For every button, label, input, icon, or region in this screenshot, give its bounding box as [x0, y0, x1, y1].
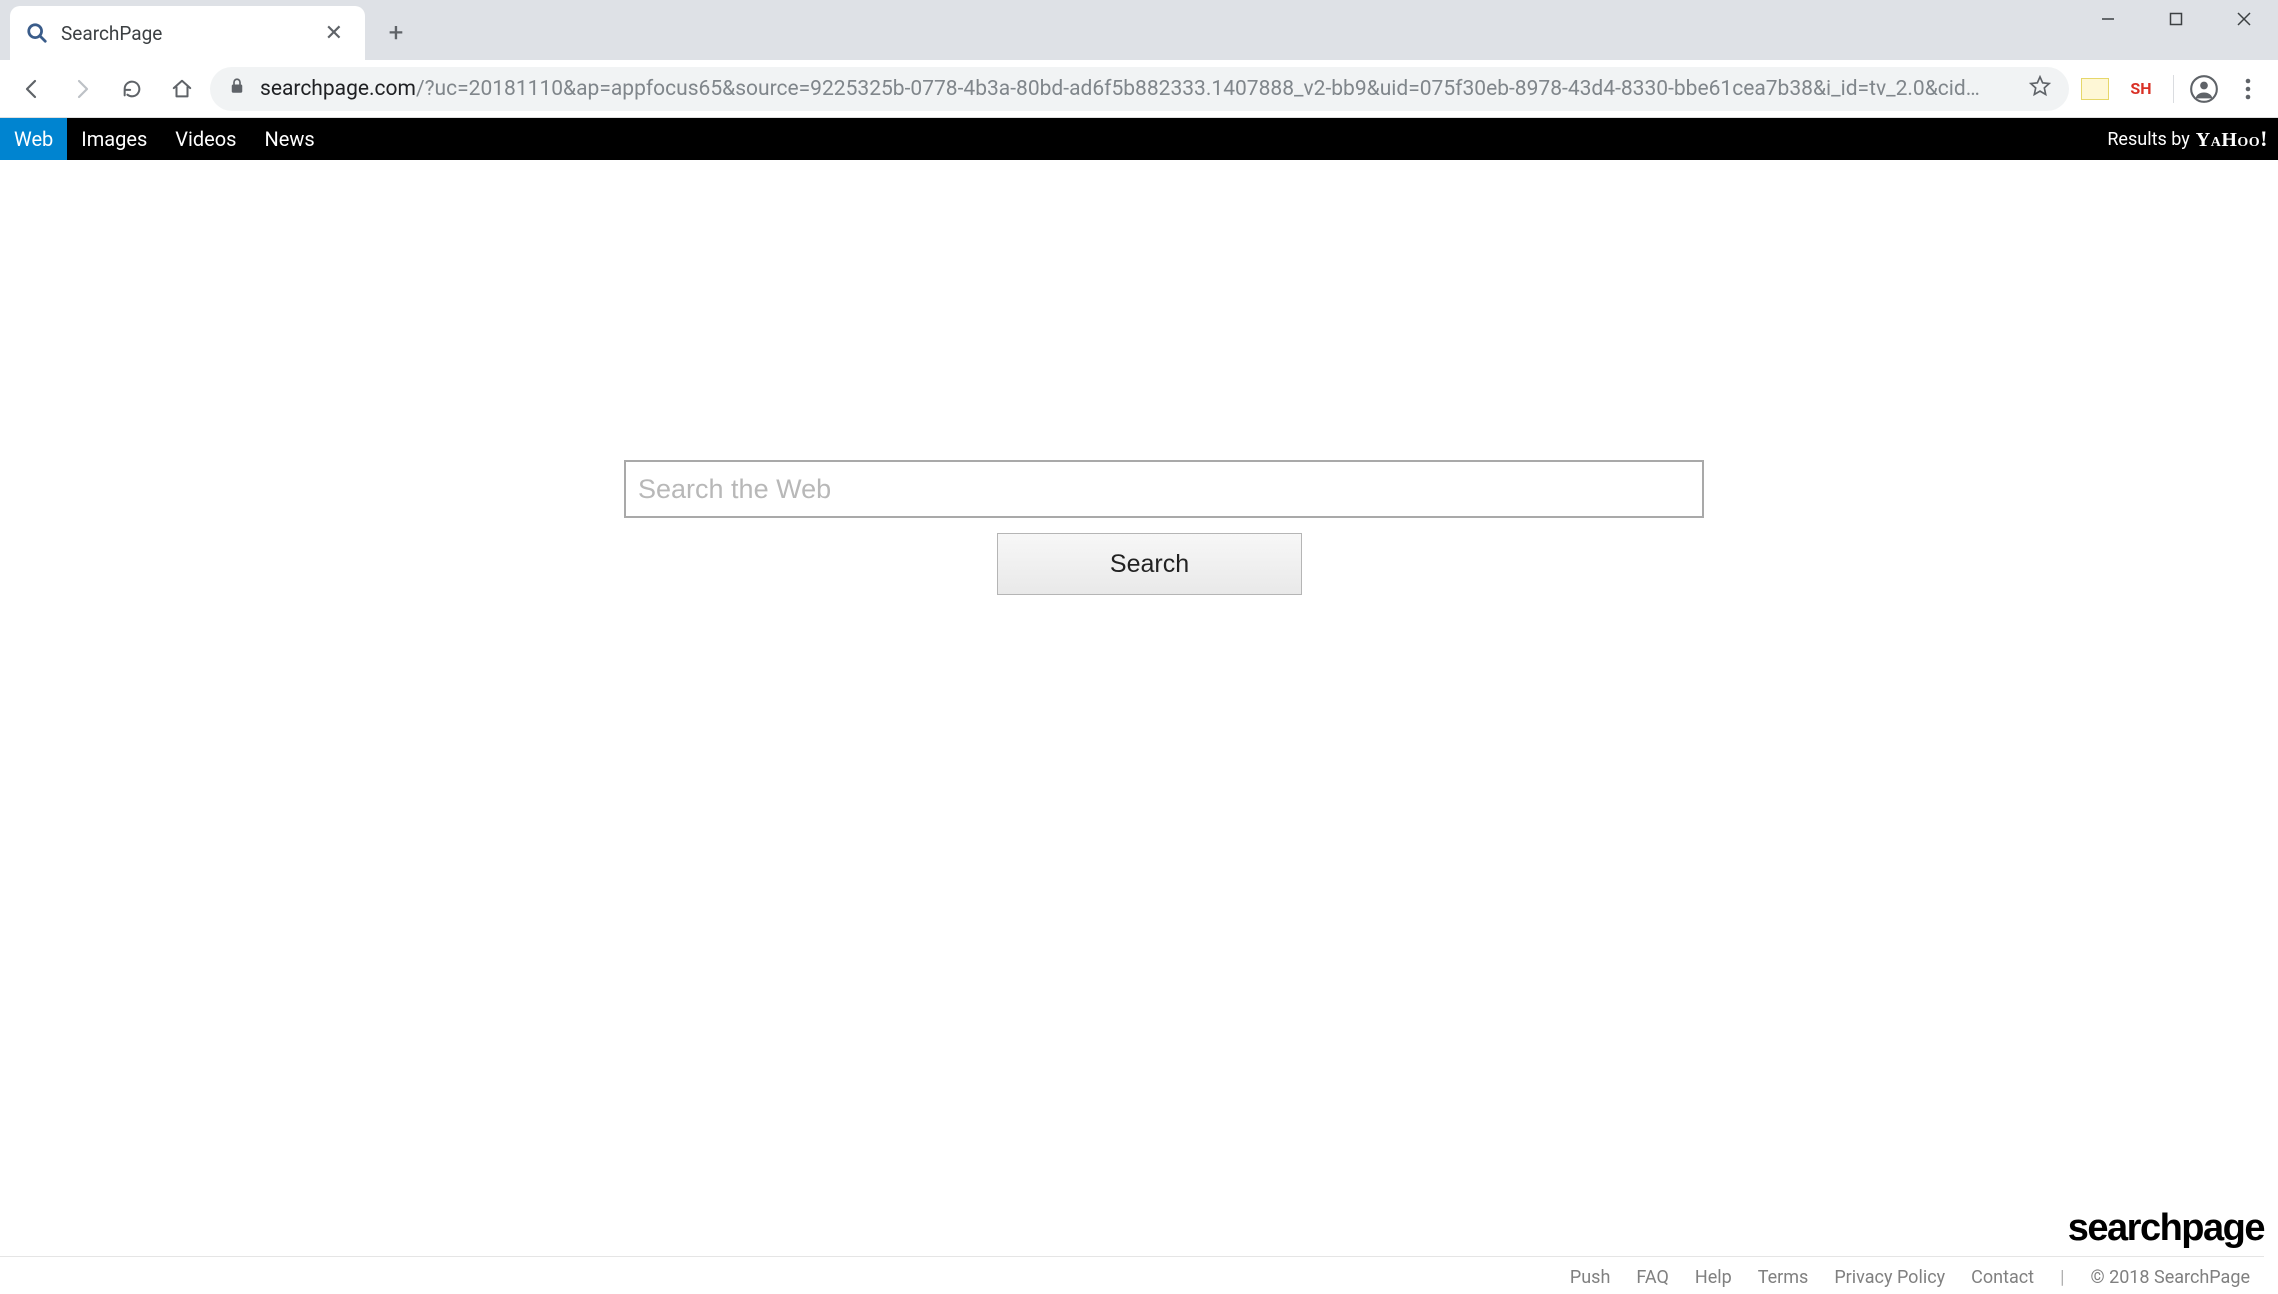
maximize-button[interactable]	[2142, 0, 2210, 38]
main-content: Search searchpage Push FAQ Help Terms Pr…	[0, 160, 2278, 1294]
new-tab-button[interactable]: +	[375, 12, 417, 54]
kebab-menu-icon[interactable]	[2228, 78, 2268, 100]
nav-web[interactable]: Web	[0, 118, 67, 160]
category-nav: Web Images Videos News Results by YAHOO!	[0, 118, 2278, 160]
reload-button[interactable]	[110, 67, 154, 111]
browser-toolbar: searchpage.com /?uc=20181110&ap=appfocus…	[0, 60, 2278, 118]
search-button[interactable]: Search	[997, 533, 1302, 595]
page-footer: searchpage Push FAQ Help Terms Privacy P…	[0, 1207, 2278, 1294]
minimize-button[interactable]	[2074, 0, 2142, 38]
footer-link-privacy[interactable]: Privacy Policy	[1834, 1267, 1945, 1288]
extension-icon-1[interactable]	[2075, 69, 2115, 109]
home-button[interactable]	[160, 67, 204, 111]
footer-link-terms[interactable]: Terms	[1758, 1267, 1809, 1288]
yahoo-logo: YAHOO!	[2196, 126, 2268, 152]
bookmark-star-icon[interactable]	[2029, 75, 2051, 103]
nav-videos[interactable]: Videos	[161, 118, 250, 160]
search-input[interactable]	[624, 460, 1704, 518]
profile-button[interactable]	[2186, 71, 2222, 107]
footer-link-contact[interactable]: Contact	[1971, 1267, 2034, 1288]
footer-links: Push FAQ Help Terms Privacy Policy Conta…	[0, 1256, 2264, 1288]
footer-link-help[interactable]: Help	[1695, 1267, 1732, 1288]
close-icon[interactable]: ✕	[321, 19, 347, 48]
browser-tab[interactable]: SearchPage ✕	[10, 6, 365, 60]
tab-title: SearchPage	[61, 22, 162, 45]
back-button[interactable]	[10, 67, 54, 111]
footer-link-push[interactable]: Push	[1570, 1267, 1610, 1288]
results-by-label: Results by YAHOO!	[2107, 118, 2278, 160]
lock-icon	[228, 77, 246, 101]
nav-images[interactable]: Images	[67, 118, 161, 160]
searchpage-logo: searchpage	[2068, 1207, 2264, 1250]
address-bar[interactable]: searchpage.com /?uc=20181110&ap=appfocus…	[210, 67, 2069, 111]
magnifier-icon	[25, 21, 49, 45]
extension-icon-sh[interactable]: SH	[2121, 69, 2161, 109]
window-controls	[2074, 0, 2278, 38]
nav-news[interactable]: News	[251, 118, 329, 160]
footer-link-faq[interactable]: FAQ	[1636, 1267, 1668, 1288]
forward-button[interactable]	[60, 67, 104, 111]
footer-separator: |	[2060, 1267, 2064, 1288]
browser-tab-strip: SearchPage ✕ +	[0, 0, 2278, 60]
url-path: /?uc=20181110&ap=appfocus65&source=92253…	[416, 77, 1980, 101]
url-host: searchpage.com	[260, 77, 416, 101]
toolbar-divider	[2173, 75, 2174, 103]
footer-copyright: © 2018 SearchPage	[2090, 1267, 2250, 1288]
close-window-button[interactable]	[2210, 0, 2278, 38]
